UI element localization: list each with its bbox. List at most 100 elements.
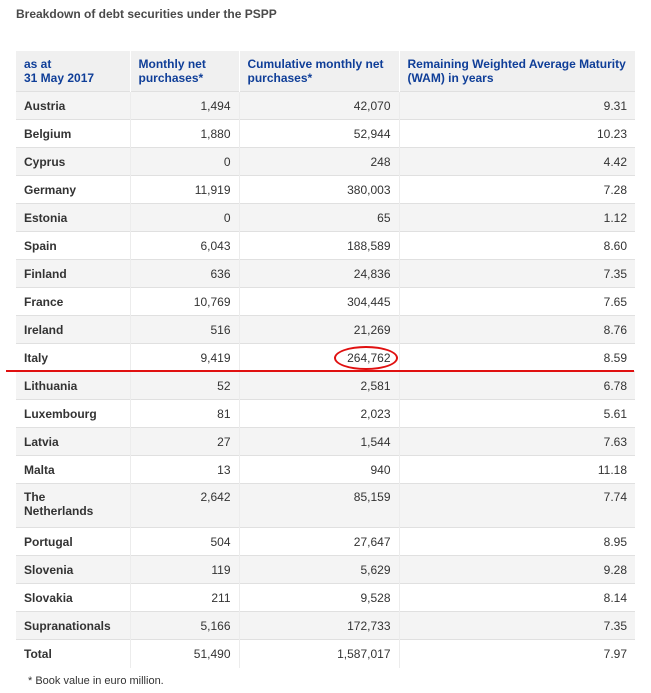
wam-cell: 7.97	[398, 639, 635, 668]
table-row: Cyprus 0 248 4.42	[16, 147, 635, 176]
wam-cell: 8.60	[398, 231, 635, 260]
country-cell: Estonia	[16, 203, 130, 232]
table-row: Estonia 0 65 1.12	[16, 203, 635, 232]
header-date-line2: 31 May 2017	[24, 71, 95, 85]
table-row: Luxembourg 81 2,023 5.61	[16, 399, 635, 428]
country-cell: Malta	[16, 455, 130, 484]
cumulative-cell: 27,647	[238, 527, 399, 556]
header-date-line1: as at	[24, 57, 52, 71]
wam-cell: 7.63	[398, 427, 635, 456]
monthly-cell: 1,494	[129, 91, 239, 120]
cumulative-cell: 65	[238, 203, 399, 232]
country-cell: Slovakia	[16, 583, 130, 612]
wam-cell: 7.74	[398, 483, 635, 528]
cumulative-cell: 188,589	[238, 231, 399, 260]
monthly-cell: 211	[129, 583, 239, 612]
wam-cell: 4.42	[398, 147, 635, 176]
wam-cell: 10.23	[398, 119, 635, 148]
wam-cell: 1.12	[398, 203, 635, 232]
wam-cell: 8.14	[398, 583, 635, 612]
cumulative-cell: 940	[238, 455, 399, 484]
monthly-cell: 13	[129, 455, 239, 484]
monthly-cell: 11,919	[129, 175, 239, 204]
cumulative-cell: 42,070	[238, 91, 399, 120]
header-wam: Remaining Weighted Average Maturity (WAM…	[398, 51, 635, 92]
table-title: Breakdown of debt securities under the P…	[16, 7, 277, 21]
cumulative-cell: 9,528	[238, 583, 399, 612]
table-row: Lithuania 52 2,581 6.78	[16, 371, 635, 400]
monthly-cell: 119	[129, 555, 239, 584]
country-cell: Italy	[16, 343, 130, 372]
monthly-cell: 516	[129, 315, 239, 344]
cumulative-cell: 380,003	[238, 175, 399, 204]
table-row: Austria 1,494 42,070 9.31	[16, 91, 635, 120]
country-cell: France	[16, 287, 130, 316]
country-cell: Ireland	[16, 315, 130, 344]
table-row: Belgium 1,880 52,944 10.23	[16, 119, 635, 148]
table-row: Supranationals 5,166 172,733 7.35	[16, 611, 635, 640]
monthly-cell: 52	[129, 371, 239, 400]
monthly-cell: 6,043	[129, 231, 239, 260]
table-row: Ireland 516 21,269 8.76	[16, 315, 635, 344]
country-cell: Portugal	[16, 527, 130, 556]
wam-cell: 9.31	[398, 91, 635, 120]
table-row: Germany 11,919 380,003 7.28	[16, 175, 635, 204]
wam-cell: 7.28	[398, 175, 635, 204]
table-row-total: Total 51,490 1,587,017 7.97	[16, 639, 635, 668]
country-line2: Netherlands	[24, 504, 94, 518]
cumulative-cell: 1,587,017	[238, 639, 399, 668]
country-cell: Supranationals	[16, 611, 130, 640]
cumulative-cell: 21,269	[238, 315, 399, 344]
monthly-cell: 0	[129, 203, 239, 232]
table-header-row: as at 31 May 2017 Monthly net purchases* …	[16, 51, 635, 92]
wam-cell: 7.35	[398, 259, 635, 288]
country-cell: Cyprus	[16, 147, 130, 176]
wam-cell: 11.18	[398, 455, 635, 484]
table-row: Spain 6,043 188,589 8.60	[16, 231, 635, 260]
country-cell: Austria	[16, 91, 130, 120]
wam-cell: 8.76	[398, 315, 635, 344]
table-row: The Netherlands 2,642 85,159 7.74	[16, 483, 635, 528]
country-cell: Luxembourg	[16, 399, 130, 428]
monthly-cell: 27	[129, 427, 239, 456]
table-row: Malta 13 940 11.18	[16, 455, 635, 484]
monthly-cell: 1,880	[129, 119, 239, 148]
table-row: Slovakia 211 9,528 8.14	[16, 583, 635, 612]
wam-cell: 8.59	[398, 343, 635, 372]
country-cell: Spain	[16, 231, 130, 260]
country-cell: Total	[16, 639, 130, 668]
country-cell: Belgium	[16, 119, 130, 148]
country-cell: Germany	[16, 175, 130, 204]
wam-cell: 9.28	[398, 555, 635, 584]
wam-cell: 5.61	[398, 399, 635, 428]
cumulative-cell: 24,836	[238, 259, 399, 288]
table-row: Italy 9,419 264,762 8.59	[16, 343, 635, 372]
highlight-circle	[334, 346, 398, 370]
monthly-cell: 2,642	[129, 483, 239, 528]
table-row: Latvia 27 1,544 7.63	[16, 427, 635, 456]
table-row: France 10,769 304,445 7.65	[16, 287, 635, 316]
monthly-cell: 0	[129, 147, 239, 176]
cumulative-cell: 172,733	[238, 611, 399, 640]
cumulative-cell: 85,159	[238, 483, 399, 528]
cumulative-cell: 304,445	[238, 287, 399, 316]
monthly-cell: 81	[129, 399, 239, 428]
table-row: Finland 636 24,836 7.35	[16, 259, 635, 288]
monthly-cell: 504	[129, 527, 239, 556]
monthly-cell: 10,769	[129, 287, 239, 316]
wam-cell: 7.35	[398, 611, 635, 640]
table-row: Portugal 504 27,647 8.95	[16, 527, 635, 556]
country-cell: The Netherlands	[16, 483, 130, 528]
pspp-breakdown-table: as at 31 May 2017 Monthly net purchases* …	[16, 51, 635, 668]
country-cell: Slovenia	[16, 555, 130, 584]
highlight-underline	[6, 370, 634, 372]
monthly-cell: 9,419	[129, 343, 239, 372]
footnote: * Book value in euro million.	[28, 675, 164, 687]
monthly-cell: 5,166	[129, 611, 239, 640]
wam-cell: 6.78	[398, 371, 635, 400]
header-monthly: Monthly net purchases*	[129, 51, 239, 92]
cumulative-cell: 2,023	[238, 399, 399, 428]
country-cell: Latvia	[16, 427, 130, 456]
monthly-cell: 51,490	[129, 639, 239, 668]
cumulative-cell: 1,544	[238, 427, 399, 456]
